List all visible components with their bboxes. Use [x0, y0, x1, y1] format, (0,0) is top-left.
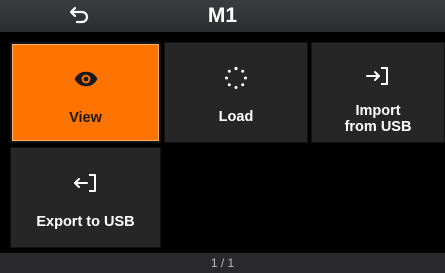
import-label: Import from USB: [312, 103, 444, 135]
back-arrow-icon: [69, 4, 91, 29]
view-label: View: [69, 110, 102, 126]
export-to-usb-tile[interactable]: Export to USB: [10, 147, 161, 248]
load-tile[interactable]: Load: [164, 42, 308, 143]
load-label: Load: [218, 109, 254, 125]
export-label: Export to USB: [36, 214, 135, 230]
import-icon: [365, 66, 391, 91]
export-icon: [73, 173, 99, 198]
eye-icon: [73, 71, 99, 92]
loading-dots-icon: [224, 66, 248, 95]
import-from-usb-tile[interactable]: Import from USB: [311, 42, 445, 143]
view-tile[interactable]: View: [10, 42, 161, 143]
screen: M1 View Load Import from USB Export to U…: [0, 0, 445, 273]
back-button[interactable]: [52, 0, 108, 32]
page-indicator: 1 / 1: [0, 253, 445, 273]
header-bar: M1: [0, 0, 445, 32]
import-label-line2: from USB: [344, 119, 412, 135]
import-label-line1: Import: [355, 103, 401, 119]
